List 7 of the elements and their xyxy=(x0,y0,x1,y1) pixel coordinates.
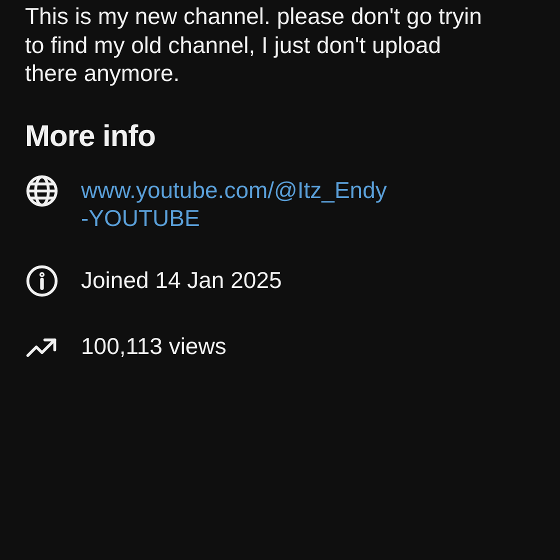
section-title: More info xyxy=(25,120,156,154)
channel-link[interactable]: www.youtube.com/@Itz_Endy -YOUTUBE xyxy=(81,176,387,232)
channel-description: This is my new channel. please don't go tryin to find my old channel, I just don't upload there anymore. xyxy=(25,2,483,88)
view-count: 100,113 views xyxy=(81,332,226,360)
globe-icon xyxy=(25,174,59,208)
info-icon xyxy=(25,264,59,298)
joined-date: Joined 14 Jan 2025 xyxy=(81,266,282,294)
